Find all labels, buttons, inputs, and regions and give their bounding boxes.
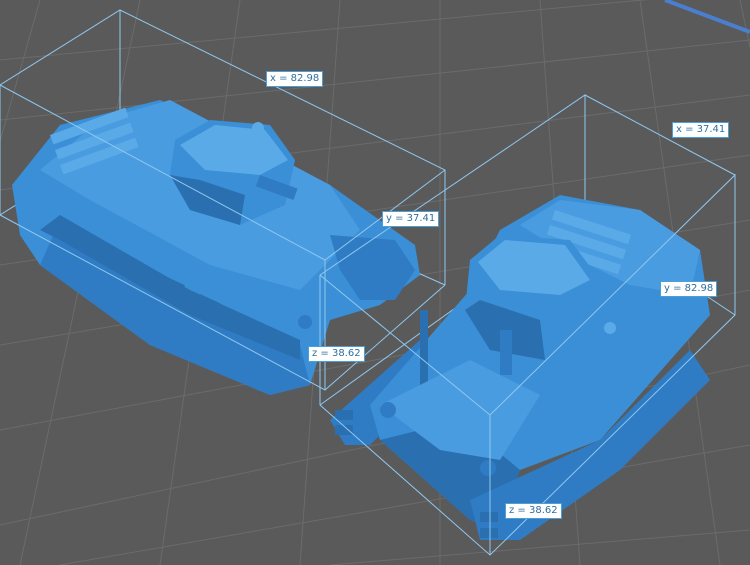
axis-indicator [664, 0, 750, 34]
3d-viewport[interactable] [0, 0, 750, 565]
tank-left-x-dimension-label: x = 82.98 [266, 71, 324, 87]
tank-right-y-dimension-label: y = 82.98 [660, 281, 718, 297]
tank-left-z-dimension-label: z = 38.62 [308, 346, 365, 362]
tank-right-z-dimension-label: z = 38.62 [505, 503, 562, 519]
tank-right-x-dimension-label: x = 37.41 [672, 122, 730, 138]
tank-left-y-dimension-label: y = 37.41 [382, 211, 440, 227]
tank-left-model[interactable] [0, 9, 446, 395]
tank-right-model[interactable] [319, 94, 736, 556]
